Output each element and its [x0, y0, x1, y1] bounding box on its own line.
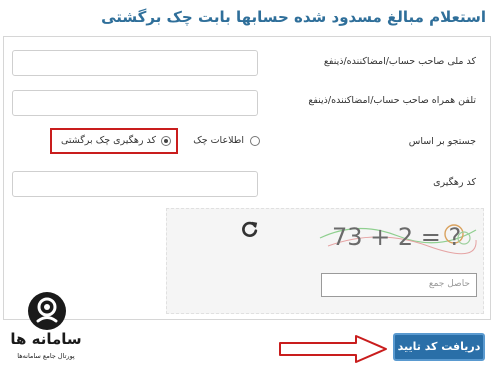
- radio-tracking-code[interactable]: [161, 136, 171, 146]
- submit-button[interactable]: دریافت کد تایید: [393, 333, 485, 361]
- captcha-image: 73 + 2 = ?: [318, 216, 478, 256]
- captcha-text: 73 + 2 = ?: [332, 223, 461, 251]
- tracking-code-label: کد رهگیری: [433, 177, 476, 188]
- option-check-info-label: اطلاعات چک: [193, 135, 244, 146]
- captcha-answer-input[interactable]: حاصل جمع: [321, 273, 477, 297]
- mobile-label: تلفن همراه صاحب حساب/امضاکننده/ذینفع: [308, 95, 476, 106]
- option-tracking-code-label: کد رهگیری چک برگشتی: [61, 135, 156, 146]
- refresh-icon[interactable]: [241, 220, 259, 238]
- tracking-code-field[interactable]: [12, 171, 258, 197]
- mobile-field[interactable]: [12, 90, 258, 116]
- search-basis-label: جستجو بر اساس: [408, 136, 476, 147]
- logo-tagline: پورتال جامع سامانه‌ها: [17, 352, 75, 360]
- radio-check-info[interactable]: [250, 136, 260, 146]
- logo: سامانه ها پورتال جامع سامانه‌ها: [6, 290, 86, 366]
- national-id-label: کد ملی صاحب حساب/امضاکننده/ذینفع: [323, 56, 476, 67]
- national-id-field[interactable]: [12, 50, 258, 76]
- pointer-arrow-icon: [279, 335, 387, 363]
- page-title: استعلام مبالغ مسدود شده حسابها بابت چک ب…: [101, 8, 486, 26]
- logo-icon: [28, 292, 66, 330]
- logo-name: سامانه ها: [10, 330, 82, 348]
